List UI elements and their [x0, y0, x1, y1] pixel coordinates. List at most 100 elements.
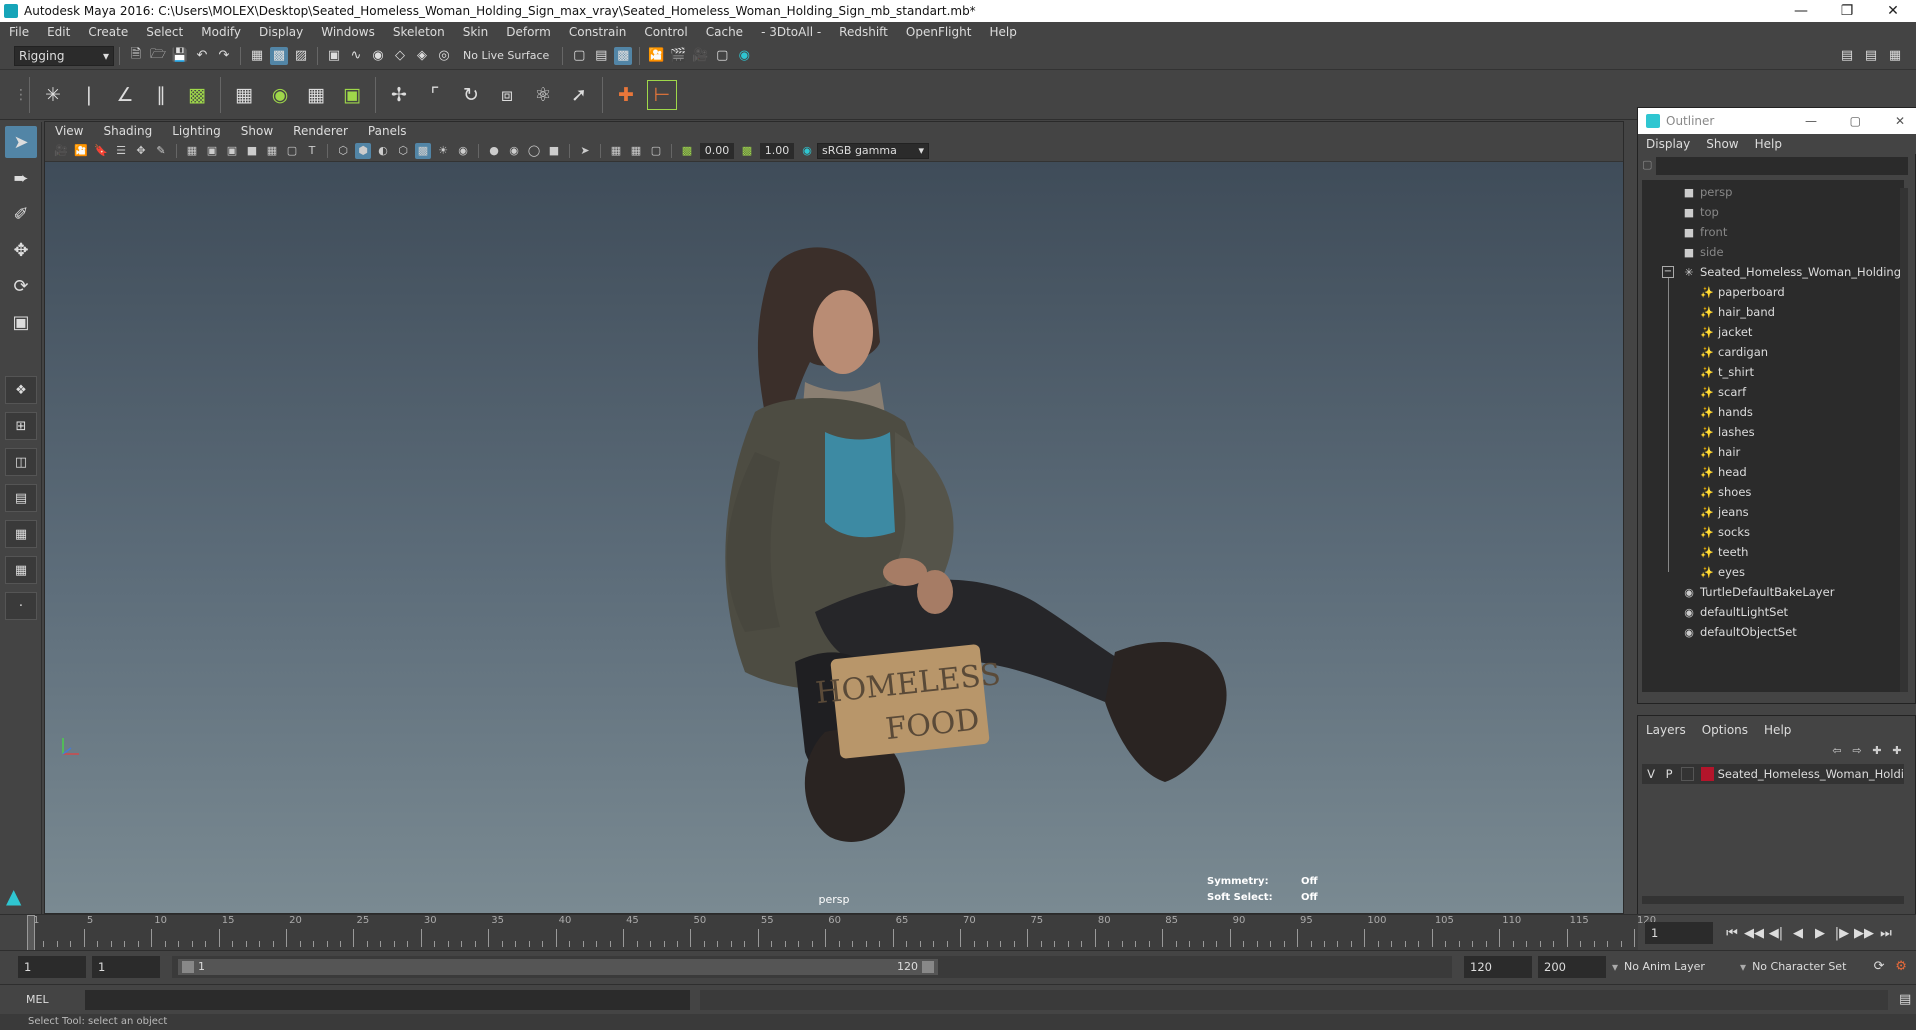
layer-type-toggle[interactable]: [1681, 767, 1694, 781]
outliner-item-mesh[interactable]: ✨ jacket: [1700, 322, 1752, 342]
outliner-item-mesh[interactable]: ✨ teeth: [1700, 542, 1748, 562]
ambient-occlusion-icon[interactable]: ●: [486, 143, 502, 159]
outliner-item-mesh[interactable]: ✨ socks: [1700, 522, 1750, 542]
outliner-item-mesh[interactable]: ✨ hair: [1700, 442, 1740, 462]
new-layer-selected-icon[interactable]: ✚: [1889, 742, 1905, 758]
animation-start-field[interactable]: 1: [18, 955, 86, 978]
maya-home-icon[interactable]: ▲: [6, 884, 36, 908]
play-forwards-icon[interactable]: ▶: [1811, 924, 1829, 942]
time-slider-track[interactable]: 1 5 10 15 20 25 30 35 40 45 50 55 60 65 70 75 80 85 90 95 10…: [27, 915, 1656, 951]
menu-set-dropdown[interactable]: Rigging ▾: [14, 45, 114, 66]
input-ops-icon[interactable]: ▢: [570, 47, 588, 65]
filter-icon[interactable]: ▢: [1642, 158, 1652, 171]
four-view-layout-icon[interactable]: ⊞: [5, 412, 37, 440]
render-frame-icon[interactable]: 🎬: [669, 47, 687, 65]
ik-handle-icon[interactable]: ❘: [74, 80, 104, 110]
gamma-icon[interactable]: ▩: [739, 143, 755, 159]
custom-layout-icon[interactable]: ·: [5, 592, 37, 620]
aim-constraint-icon[interactable]: ⌜: [420, 80, 450, 110]
lattice-icon[interactable]: ▦: [229, 80, 259, 110]
lasso-tool-icon[interactable]: ➨: [5, 162, 37, 194]
step-back-frame-icon[interactable]: ◀|: [1767, 924, 1785, 942]
ol-menu-show[interactable]: Show: [1698, 134, 1746, 154]
outliner-item-mesh[interactable]: ✨ t_shirt: [1700, 362, 1754, 382]
maximize-icon[interactable]: ▢: [1850, 114, 1861, 128]
outliner-item-mesh[interactable]: ✨ scarf: [1700, 382, 1746, 402]
hypershade-icon[interactable]: ◉: [735, 47, 753, 65]
menu-deform[interactable]: Deform: [497, 22, 560, 42]
grid-icon[interactable]: ▦: [184, 143, 200, 159]
vp-menu-view[interactable]: View: [45, 122, 93, 140]
outliner-item-mesh[interactable]: ✨ eyes: [1700, 562, 1745, 582]
collapse-toggle-icon[interactable]: −: [1662, 266, 1674, 278]
exposure-field[interactable]: 0.00: [700, 142, 734, 159]
outliner-item-camera[interactable]: ■ persp: [1682, 182, 1733, 202]
menu-3dtoall[interactable]: - 3DtoAll -: [752, 22, 830, 42]
layers-menu-layers[interactable]: Layers: [1638, 720, 1694, 740]
range-start-handle[interactable]: [182, 960, 194, 973]
persp-outliner-layout-icon[interactable]: ▤: [5, 484, 37, 512]
safe-title-icon[interactable]: T: [304, 143, 320, 159]
range-end-handle[interactable]: [922, 960, 934, 973]
menu-cache[interactable]: Cache: [697, 22, 752, 42]
range-slider-bar[interactable]: 1 120: [172, 955, 1452, 978]
animation-end-field[interactable]: 200: [1538, 955, 1606, 978]
exposure-icon[interactable]: ▩: [679, 143, 695, 159]
view-transform-dropdown[interactable]: sRGB gamma ▾: [817, 142, 929, 159]
outliner-scrollbar[interactable]: [1900, 188, 1908, 692]
layer-visibility-toggle[interactable]: V: [1642, 767, 1660, 781]
snap-view-icon[interactable]: ◇: [391, 47, 409, 65]
menu-constrain[interactable]: Constrain: [560, 22, 636, 42]
default-material-icon[interactable]: ◐: [375, 143, 391, 159]
scale-constraint-icon[interactable]: ⧈: [492, 80, 522, 110]
outliner-item-mesh[interactable]: ✨ jeans: [1700, 502, 1748, 522]
go-to-start-icon[interactable]: ⏮: [1723, 924, 1741, 942]
current-frame-field[interactable]: 1: [1645, 922, 1713, 944]
menu-edit[interactable]: Edit: [38, 22, 79, 42]
outliner-item-mesh[interactable]: ✨ hands: [1700, 402, 1753, 422]
motion-blur-icon[interactable]: ◉: [506, 143, 522, 159]
shelf-options-icon[interactable]: ⋮: [14, 87, 28, 103]
ol-menu-help[interactable]: Help: [1747, 134, 1790, 154]
menu-help[interactable]: Help: [980, 22, 1025, 42]
character-set-dropdown[interactable]: No Character Set: [1752, 960, 1868, 973]
mel-label[interactable]: MEL: [26, 993, 61, 1006]
depth-of-field-icon[interactable]: ■: [546, 143, 562, 159]
isolate-select-icon[interactable]: ➤: [577, 143, 593, 159]
textured-icon[interactable]: ▩: [415, 142, 431, 159]
vp-menu-show[interactable]: Show: [231, 122, 283, 140]
menu-redshift[interactable]: Redshift: [830, 22, 897, 42]
playback-end-field[interactable]: 120: [1464, 955, 1532, 978]
film-gate-icon[interactable]: ▣: [204, 143, 220, 159]
menu-openflight[interactable]: OpenFlight: [897, 22, 981, 42]
snap-surface-icon[interactable]: ◈: [413, 47, 431, 65]
gate-mask-icon[interactable]: ■: [244, 143, 260, 159]
cluster-icon[interactable]: ▦: [301, 80, 331, 110]
outliner-item-root-group[interactable]: ✳ Seated_Homeless_Woman_Holding_S: [1682, 262, 1904, 282]
minimize-button[interactable]: —: [1778, 0, 1824, 22]
smooth-shade-icon[interactable]: ⬢: [355, 142, 371, 159]
snap-pivot-icon[interactable]: ◎: [435, 47, 453, 65]
menu-skin[interactable]: Skin: [454, 22, 498, 42]
layer-scrollbar[interactable]: [1642, 896, 1904, 904]
play-backwards-icon[interactable]: ◀: [1789, 924, 1807, 942]
use-all-lights-icon[interactable]: ☀: [435, 143, 451, 159]
anti-aliasing-icon[interactable]: ◯: [526, 143, 542, 159]
command-input[interactable]: [85, 989, 691, 1010]
open-scene-icon[interactable]: 🗁: [149, 47, 167, 65]
current-time-indicator[interactable]: [27, 915, 35, 951]
outliner-item-camera[interactable]: ■ side: [1682, 242, 1724, 262]
auto-key-icon[interactable]: ⟳: [1870, 958, 1888, 976]
step-forward-key-icon[interactable]: ▶▶: [1854, 924, 1874, 942]
move-layer-up-icon[interactable]: ⇦: [1829, 742, 1845, 758]
safe-action-icon[interactable]: ▢: [284, 143, 300, 159]
step-forward-frame-icon[interactable]: |▶: [1833, 924, 1851, 942]
outliner-item-mesh[interactable]: ✨ paperboard: [1700, 282, 1785, 302]
bind-skin-icon[interactable]: ▩: [182, 80, 212, 110]
anim-layer-dropdown[interactable]: No Anim Layer: [1624, 960, 1734, 973]
script-editor-icon[interactable]: ▤: [1896, 991, 1914, 1009]
outliner-item-mesh[interactable]: ✨ hair_band: [1700, 302, 1775, 322]
vp-menu-lighting[interactable]: Lighting: [162, 122, 231, 140]
select-tool-icon[interactable]: ➤: [5, 126, 37, 158]
rig-handle-icon[interactable]: ⊢: [647, 79, 677, 110]
